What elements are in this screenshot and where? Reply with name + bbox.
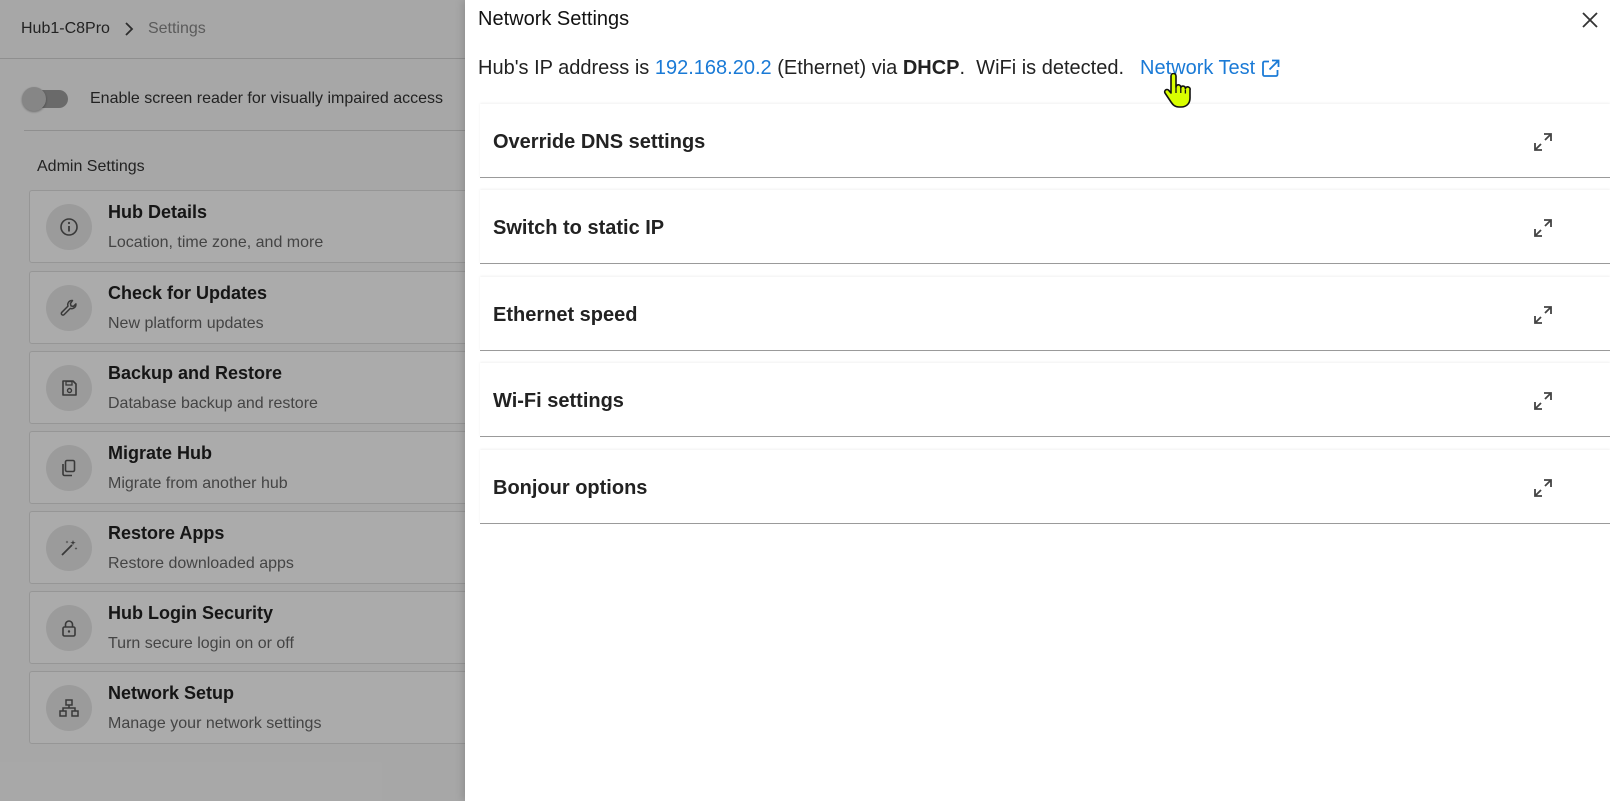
- section-label: Override DNS settings: [493, 131, 706, 153]
- expand-icon[interactable]: [1532, 304, 1554, 326]
- ip-mode: DHCP: [902, 57, 960, 79]
- static-ip-section[interactable]: Switch to static IP: [480, 190, 1610, 264]
- section-label: Bonjour options: [493, 477, 648, 499]
- override-dns-section[interactable]: Override DNS settings: [480, 104, 1610, 178]
- ip-address-link[interactable]: 192.168.20.2: [655, 57, 772, 80]
- section-label: Switch to static IP: [493, 217, 665, 239]
- network-settings-dialog: Network Settings Hub's IP address is 192…: [465, 0, 1610, 801]
- section-label: Ethernet speed: [493, 304, 638, 326]
- external-link-icon: [1262, 59, 1280, 77]
- ip-prefix: Hub's IP address is: [478, 57, 650, 79]
- expand-icon[interactable]: [1532, 131, 1554, 153]
- network-test-link[interactable]: Network Test: [1140, 57, 1281, 80]
- close-icon[interactable]: [1579, 9, 1601, 31]
- ip-connection: (Ethernet) via: [777, 57, 898, 79]
- hand-pointer-cursor-icon: [1163, 73, 1191, 108]
- expand-icon[interactable]: [1532, 477, 1554, 499]
- ethernet-speed-section[interactable]: Ethernet speed: [480, 277, 1610, 351]
- section-label: Wi-Fi settings: [493, 390, 624, 412]
- network-test-label: Network Test: [1140, 57, 1256, 79]
- ip-status-line: Hub's IP address is 192.168.20.2 (Ethern…: [478, 57, 1281, 80]
- wifi-status: . WiFi is detected.: [959, 57, 1125, 79]
- bonjour-options-section[interactable]: Bonjour options: [480, 450, 1610, 524]
- dialog-title: Network Settings: [478, 8, 630, 30]
- wifi-settings-section[interactable]: Wi-Fi settings: [480, 363, 1610, 437]
- expand-icon[interactable]: [1532, 217, 1554, 239]
- expand-icon[interactable]: [1532, 390, 1554, 412]
